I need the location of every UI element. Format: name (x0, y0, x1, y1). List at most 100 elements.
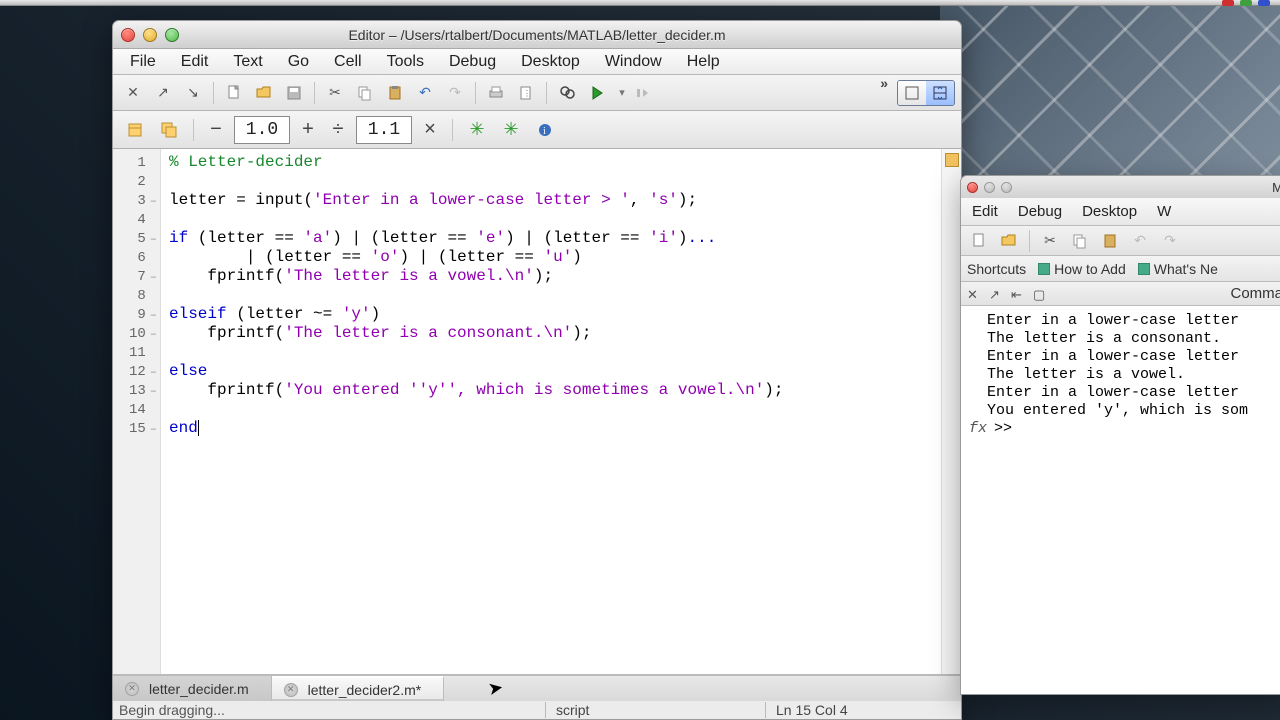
svg-text:i: i (543, 126, 546, 137)
run-icon[interactable] (583, 80, 611, 106)
line-number: 4 (113, 210, 160, 229)
redo-icon[interactable]: ↷ (1156, 228, 1184, 254)
new-file-icon[interactable] (965, 228, 993, 254)
print-icon[interactable] (482, 80, 510, 106)
menu-file[interactable]: File (119, 50, 167, 74)
menu-go[interactable]: Go (277, 50, 320, 74)
menu-text[interactable]: Text (222, 50, 273, 74)
minimize-button[interactable] (143, 28, 157, 42)
increment-field-left[interactable]: 1.0 (234, 116, 290, 144)
increment-field-right[interactable]: 1.1 (356, 116, 412, 144)
close-icon[interactable]: ✕ (967, 287, 981, 301)
dock-arrow-icon[interactable]: ↘ (179, 80, 207, 106)
arrow-icon (1038, 263, 1050, 275)
shortcuts-how-to-add-link[interactable]: How to Add (1038, 261, 1126, 277)
file-tab[interactable]: ✕ letter_decider2.m* (272, 676, 445, 701)
editor-title: Editor – /Users/rtalbert/Documents/MATLA… (348, 27, 725, 43)
maximize-icon[interactable]: ▢ (1033, 287, 1047, 301)
minus-icon[interactable]: − (204, 118, 228, 141)
editor-menubar: FileEditTextGoCellToolsDebugDesktopWindo… (113, 49, 961, 75)
insert-cell-divider-icon[interactable]: ✳ (497, 117, 525, 143)
redo-icon[interactable]: ↷ (441, 80, 469, 106)
menu-tools[interactable]: Tools (376, 50, 435, 74)
run-config-icon[interactable]: ▾ (613, 80, 631, 106)
file-tabs-row: ✕ letter_decider.m ✕ letter_decider2.m* (113, 675, 961, 701)
open-folder-icon[interactable] (250, 80, 278, 106)
undock-icon[interactable]: ↗ (989, 287, 1003, 301)
menu-help[interactable]: Help (676, 50, 731, 74)
eval-cell-icon[interactable] (121, 117, 149, 143)
close-dock-icon[interactable]: ✕ (119, 80, 147, 106)
save-icon[interactable] (280, 80, 308, 106)
minimize-button[interactable] (984, 182, 995, 193)
close-button[interactable] (121, 28, 135, 42)
toolbar-separator (213, 82, 214, 104)
undo-icon[interactable]: ↶ (411, 80, 439, 106)
status-line-col: Ln 15 Col 4 (765, 702, 955, 718)
cut-icon[interactable]: ✂ (321, 80, 349, 106)
menu-window[interactable]: Window (594, 50, 673, 74)
menu-desktop[interactable]: Desktop (510, 50, 591, 74)
cut-icon[interactable]: ✂ (1036, 228, 1064, 254)
insert-icon[interactable]: ⋮ (512, 80, 540, 106)
menu-cell[interactable]: Cell (323, 50, 373, 74)
new-file-icon[interactable] (220, 80, 248, 106)
menu-debug[interactable]: Debug (1009, 200, 1071, 223)
file-tab-label: letter_decider.m (149, 681, 249, 697)
line-number: 8 (113, 286, 160, 305)
show-cell-info-icon[interactable]: i (531, 117, 559, 143)
insert-cell-break-icon[interactable]: ✳ (463, 117, 491, 143)
layout-single-icon[interactable] (898, 81, 926, 105)
traffic-lights (121, 28, 179, 42)
multiply-icon[interactable]: × (418, 118, 442, 141)
line-number: 6 (113, 248, 160, 267)
open-folder-icon[interactable] (995, 228, 1023, 254)
paste-icon[interactable] (1096, 228, 1124, 254)
shortcuts-whats-new-link[interactable]: What's Ne (1138, 261, 1218, 277)
toolbar-separator (546, 82, 547, 104)
plus-icon[interactable]: + (296, 118, 320, 141)
close-tab-icon[interactable]: ✕ (125, 682, 139, 696)
paste-icon[interactable] (381, 80, 409, 106)
shortcuts-bar: Shortcuts How to Add What's Ne (961, 256, 1280, 282)
copy-icon[interactable] (351, 80, 379, 106)
undock-icon[interactable]: ↗ (149, 80, 177, 106)
line-number: 15– (113, 419, 160, 438)
run-advance-icon[interactable] (633, 80, 651, 106)
status-drag-message: Begin dragging... (119, 702, 545, 718)
undo-icon[interactable]: ↶ (1126, 228, 1154, 254)
editor-toolbar: ✕ ↗ ↘ ✂ ↶ ↷ ⋮ (113, 75, 961, 111)
close-button[interactable] (967, 182, 978, 193)
status-file-type: script (545, 702, 765, 718)
divide-icon[interactable]: ÷ (326, 118, 350, 141)
menu-debug[interactable]: Debug (438, 50, 507, 74)
toolbar-overflow-icon[interactable]: » (874, 75, 895, 91)
layout-split-icon[interactable] (926, 81, 954, 105)
menu-edit[interactable]: Edit (963, 200, 1007, 223)
menu-desktop[interactable]: Desktop (1073, 200, 1146, 223)
copy-icon[interactable] (1066, 228, 1094, 254)
command-output[interactable]: Enter in a lower-case letter The letter … (961, 306, 1280, 694)
command-window: M EditDebugDesktopW ✂ ↶ ↷ Shortcuts How … (960, 175, 1280, 695)
line-number: 9– (113, 305, 160, 324)
toolbar-separator (193, 119, 194, 141)
editor-titlebar[interactable]: Editor – /Users/rtalbert/Documents/MATLA… (113, 21, 961, 49)
menu-edit[interactable]: Edit (170, 50, 220, 74)
zoom-button[interactable] (165, 28, 179, 42)
file-tab[interactable]: ✕ letter_decider.m (113, 676, 272, 701)
command-titlebar[interactable]: M (961, 176, 1280, 198)
file-tab-label: letter_decider2.m* (308, 682, 422, 698)
find-icon[interactable] (553, 80, 581, 106)
code-editor[interactable]: % Letter-decider letter = input('Enter i… (161, 149, 941, 674)
line-number: 10– (113, 324, 160, 343)
menu-w[interactable]: W (1148, 200, 1180, 223)
eval-cell-advance-icon[interactable] (155, 117, 183, 143)
command-dockbar: ✕ ↗ ⇤ ▢ Comma (961, 282, 1280, 306)
line-number: 12– (113, 362, 160, 381)
line-number: 11 (113, 343, 160, 362)
svg-text:⋮: ⋮ (523, 89, 531, 98)
dock-back-icon[interactable]: ⇤ (1011, 287, 1025, 301)
zoom-button[interactable] (1001, 182, 1012, 193)
code-status-indicator-icon (945, 153, 959, 167)
close-tab-icon[interactable]: ✕ (284, 683, 298, 697)
